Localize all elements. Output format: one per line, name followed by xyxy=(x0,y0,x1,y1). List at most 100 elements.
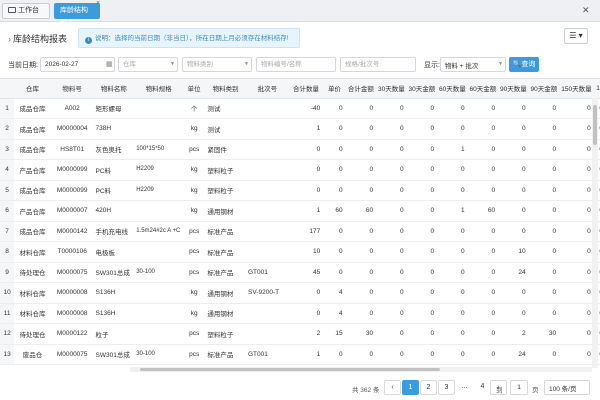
column-header[interactable]: 仓库 xyxy=(14,79,51,99)
table-cell: 0 xyxy=(345,159,377,181)
table-cell: 材料仓库 xyxy=(14,241,51,263)
horizontal-scroll-thumb[interactable] xyxy=(140,368,440,371)
display-select[interactable] xyxy=(440,57,506,72)
table-cell: 60 xyxy=(323,200,346,222)
column-header[interactable]: 批次号 xyxy=(246,79,289,99)
category-caret-icon: ▼ xyxy=(244,61,249,67)
last-page-button[interactable]: 4 xyxy=(474,380,491,395)
column-header[interactable]: 物料类别 xyxy=(205,79,246,99)
table-cell: 0 xyxy=(467,139,499,160)
table-cell: 0 xyxy=(406,221,438,242)
warehouse-caret-icon: ▼ xyxy=(170,61,175,67)
table-cell: 0 xyxy=(528,200,560,222)
table-row[interactable]: 9 待处理仓 M0000075 SW301总成 30-100 pcs 标准产品 GT001 45… xyxy=(0,262,600,283)
column-header[interactable]: 30天金额 xyxy=(406,79,438,99)
table-cell: 通用钢材 xyxy=(205,200,246,222)
table-row[interactable]: 6产品仓库M0000007420Hkg通用钢材16060001600000 xyxy=(0,200,600,222)
column-header[interactable]: 90天数量 xyxy=(498,79,529,99)
header-index[interactable] xyxy=(0,79,15,99)
search-button[interactable]: 🔍查询 xyxy=(509,57,539,72)
vertical-scroll-thumb[interactable] xyxy=(593,105,597,145)
tab-close-icon[interactable]: × xyxy=(96,0,100,7)
table-cell: 0 xyxy=(528,139,560,160)
page-size-select[interactable] xyxy=(544,380,590,395)
table-row[interactable]: 8材料仓库T0000106电极板pcs标准产品1000000010000 xyxy=(0,241,600,263)
tab-workbench[interactable]: 工作台 xyxy=(2,3,50,19)
column-header[interactable]: 15 xyxy=(593,79,600,99)
column-header[interactable]: 60天金额 xyxy=(467,79,499,99)
page-ellipsis[interactable]: ... xyxy=(456,380,473,395)
goto-page-input[interactable] xyxy=(510,380,528,395)
page-3-button[interactable]: 3 xyxy=(438,380,455,395)
page-1-button[interactable]: 1 xyxy=(402,380,419,395)
table-cell: 30 xyxy=(528,323,560,345)
spec-batch-input[interactable] xyxy=(340,57,416,72)
calendar-icon[interactable]: ▦ xyxy=(106,60,113,68)
table-cell: 0 xyxy=(323,344,346,365)
table-cell: 420H xyxy=(93,200,135,222)
table-cell: 0 xyxy=(376,262,407,283)
warehouse-select[interactable] xyxy=(118,57,178,72)
table-cell: 0 xyxy=(528,262,560,283)
display-caret-icon: ▼ xyxy=(498,61,503,67)
table-cell xyxy=(134,241,183,263)
chevron-right-icon: › xyxy=(8,34,11,44)
table-cell: 100*15*50 xyxy=(134,139,183,160)
table-cell: 灰色奥托 xyxy=(93,139,135,160)
table-cell: 0 xyxy=(406,344,438,365)
column-header[interactable]: 物料规格 xyxy=(134,79,183,99)
column-header[interactable]: 合计金额 xyxy=(345,79,377,99)
table-row[interactable]: 10 材料仓库 M0000008 S136H kg 通用钢材 SV-9200-T 0 4 0 0 0 0… xyxy=(0,282,600,304)
page-2-button[interactable]: 2 xyxy=(420,380,437,395)
table-cell: kg xyxy=(182,159,206,181)
table-row[interactable]: 11材料仓库M0000008S136Hkg通用钢材04000000000 xyxy=(0,303,600,324)
column-header[interactable]: 150天数量 xyxy=(559,79,594,99)
table-cell: 0 xyxy=(528,118,560,140)
table-cell xyxy=(246,118,289,140)
table-cell: M0000075 xyxy=(50,344,94,365)
table-cell: M0000142 xyxy=(50,221,94,242)
table-row[interactable]: 7 成品仓库 M0000142 手机充电线 1.5m24#2c A +C pcs 标准产品 1… xyxy=(0,221,600,242)
table-row[interactable]: 5成品仓库M0000099PC料H2209kg塑料粒子00000000000 xyxy=(0,180,600,201)
table-row[interactable]: 1成品仓库A002矩形螺母个测试-400000000000 xyxy=(0,98,600,119)
table-cell: 矩形螺母 xyxy=(93,98,135,119)
column-header[interactable]: 60天数量 xyxy=(437,79,468,99)
table-cell: 成品仓库 xyxy=(14,98,51,119)
table-cell: H2209 xyxy=(134,180,183,201)
tab-aging-report[interactable]: 库龄结构报表 xyxy=(54,3,100,28)
column-header[interactable]: 物料号 xyxy=(50,79,94,99)
table-cell: 0 xyxy=(323,139,346,160)
column-menu-button[interactable]: ☰ ▾ xyxy=(564,28,588,44)
column-header[interactable]: 单价 xyxy=(323,79,346,99)
table-cell: 废品仓 xyxy=(14,344,51,365)
close-all-icon[interactable]: ✕ xyxy=(582,5,590,16)
table-row[interactable]: 4产品仓库M0000099PC料H2209kg塑料粒子00000000000 xyxy=(0,159,600,181)
table-cell xyxy=(246,159,289,181)
table-cell: M0000075 xyxy=(50,262,94,283)
table-row[interactable]: 12待处理仓M0000122粒子pcs塑料粒子21530000023000 xyxy=(0,323,600,345)
table-cell: GT001 xyxy=(246,344,289,365)
table-cell: 0 xyxy=(498,303,529,324)
table-cell xyxy=(246,221,289,242)
table-cell: 0 xyxy=(467,344,499,365)
column-header[interactable]: 合计数量 xyxy=(288,79,324,99)
prev-page-button[interactable]: ‹ xyxy=(384,380,401,395)
row-index: 12 xyxy=(0,323,15,345)
column-header[interactable]: 物料名称 xyxy=(93,79,135,99)
table-cell: 0 xyxy=(345,221,377,242)
table-cell: 0 xyxy=(437,159,468,181)
table-cell: pcs xyxy=(182,262,206,283)
column-header[interactable]: 90天金额 xyxy=(528,79,560,99)
table-row[interactable]: 3 成品仓库 HS8T01 灰色奥托 100*15*50 pcs 紧固件 0 0 0 0 0 1 0 0 0 0… xyxy=(0,139,600,160)
column-header[interactable]: 30天数量 xyxy=(376,79,407,99)
category-select[interactable] xyxy=(182,57,252,72)
column-header[interactable]: 单位 xyxy=(182,79,206,99)
date-input[interactable] xyxy=(40,57,115,72)
table-cell: 塑料粒子 xyxy=(205,180,246,201)
table-row[interactable]: 13 废品仓 M0000075 SW301总成 30-100 pcs 标准产品 GT001 1 0… xyxy=(0,344,600,365)
table-cell: 0 xyxy=(559,262,594,283)
table-cell: 0 xyxy=(467,98,499,119)
table-row[interactable]: 2成品仓库M0000004738Hkg测试10000000000 xyxy=(0,118,600,140)
table-cell xyxy=(246,241,289,263)
material-input[interactable] xyxy=(256,57,336,72)
